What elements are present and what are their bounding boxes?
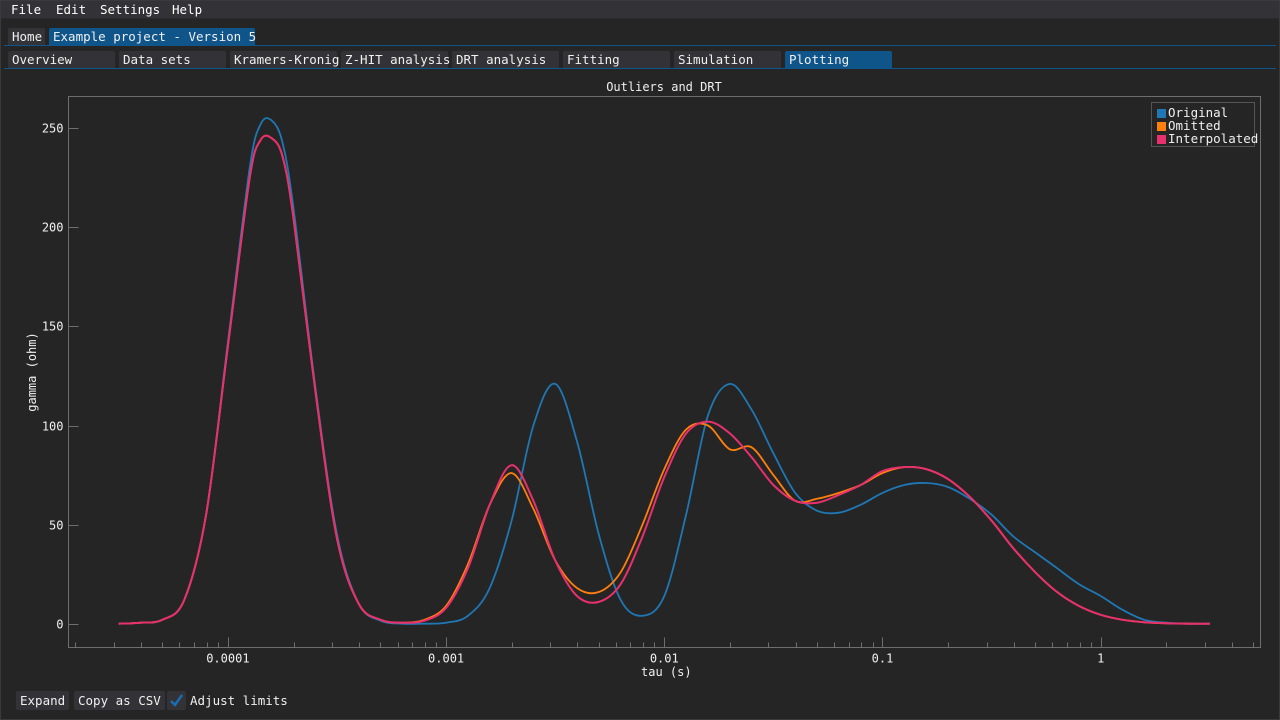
- x-axis: 0.0001 0.001 0.01 0.1 1: [75, 637, 1254, 666]
- x-tick-label: 0.001: [428, 652, 464, 666]
- y-tick-label: 0: [56, 618, 63, 632]
- y-tick-label: 100: [42, 420, 64, 434]
- y-tick-label: 150: [42, 320, 64, 334]
- legend-item-original[interactable]: Original: [1157, 105, 1228, 120]
- y-tick-label: 200: [42, 221, 64, 235]
- adjust-limits-label: Adjust limits: [190, 693, 288, 708]
- x-tick-label: 0.1: [872, 652, 894, 666]
- series-line-interpolated: [118, 134, 1210, 625]
- legend[interactable]: Original Omitted Interpolated: [1151, 102, 1259, 147]
- series-line-original: [118, 117, 1210, 625]
- series-group: [118, 117, 1210, 625]
- y-tick-label: 250: [42, 122, 64, 136]
- x-axis-label: tau (s): [641, 665, 692, 679]
- legend-label-interpolated: Interpolated: [1168, 131, 1259, 146]
- x-tick-label: 1: [1097, 652, 1104, 666]
- copy-as-csv-button[interactable]: Copy as CSV: [74, 691, 165, 710]
- adjust-limits-checkbox[interactable]: [167, 691, 186, 710]
- legend-item-interpolated[interactable]: Interpolated: [1157, 131, 1259, 146]
- legend-swatch-interpolated: [1157, 135, 1166, 144]
- x-tick-label: 0.0001: [206, 652, 249, 666]
- legend-swatch-original: [1157, 109, 1166, 118]
- y-axis: 0 50 100 150 200 250: [42, 122, 79, 632]
- y-axis-label: gamma (ohm): [25, 332, 39, 412]
- expand-button[interactable]: Expand: [16, 691, 70, 710]
- checkmark-icon: [170, 694, 184, 707]
- drt-plot[interactable]: 0 50 100 150 200 250 0.0001 0.001 0.01 0.1 1: [0, 0, 1280, 720]
- y-tick-label: 50: [49, 519, 63, 533]
- legend-swatch-omitted: [1157, 122, 1166, 131]
- series-line-omitted: [118, 134, 1210, 625]
- x-tick-label: 0.01: [650, 652, 679, 666]
- legend-item-omitted[interactable]: Omitted: [1157, 118, 1221, 133]
